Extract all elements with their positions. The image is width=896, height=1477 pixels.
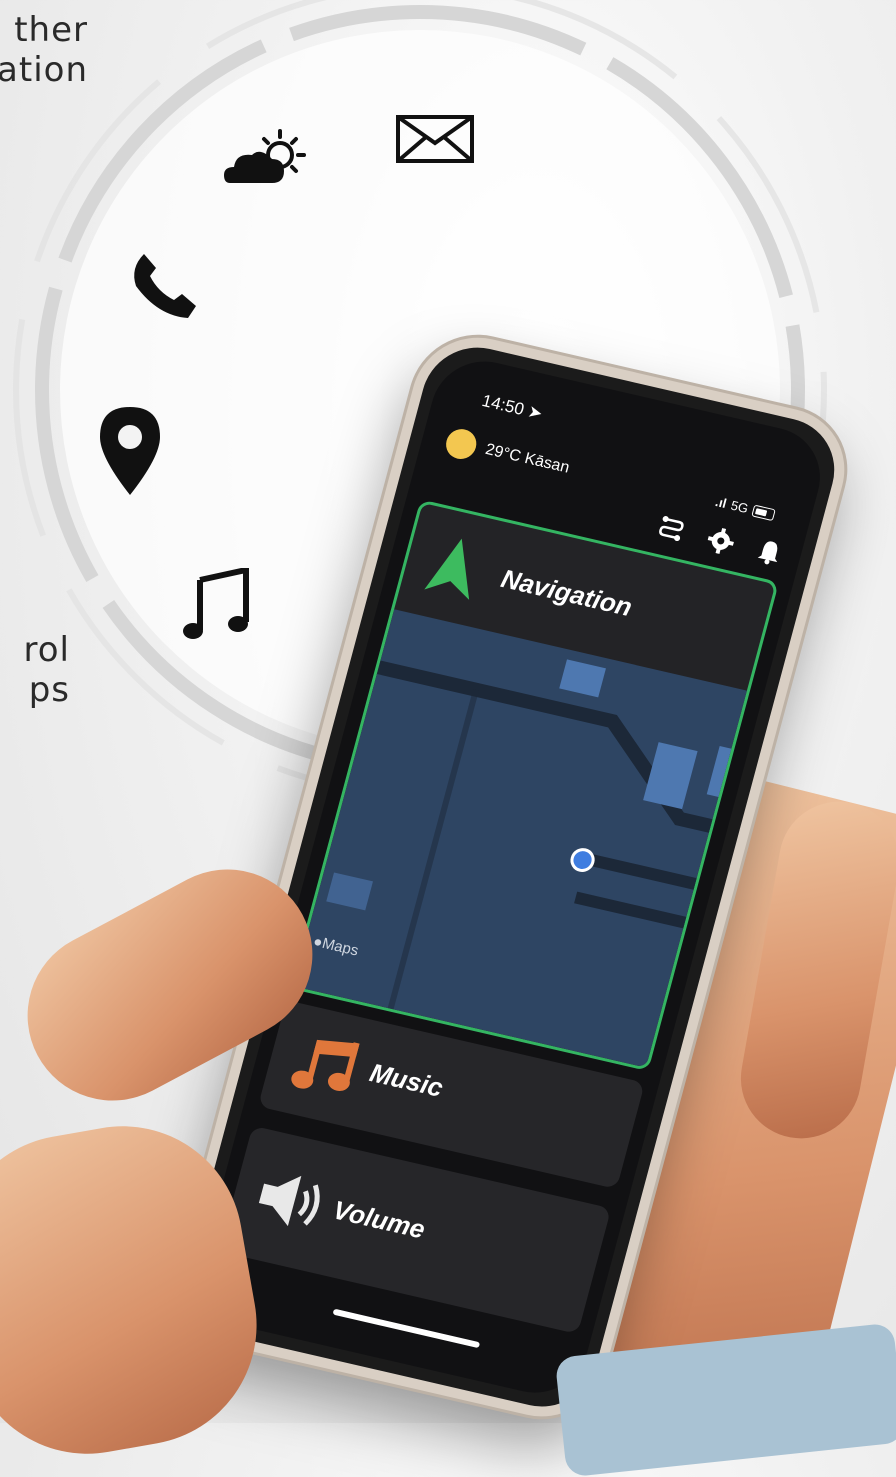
location-pin-icon xyxy=(100,407,160,495)
navigation-arrow-icon xyxy=(424,538,470,600)
battery-icon xyxy=(751,504,776,521)
time-text: 14:50 xyxy=(479,391,527,419)
bell-icon[interactable] xyxy=(755,537,783,567)
caption-line: ps xyxy=(28,670,70,710)
caption-line: rol xyxy=(23,630,70,670)
background-caption-top-visible xyxy=(0,10,12,50)
navigation-label: Navigation xyxy=(498,563,636,623)
music-label: Music xyxy=(366,1057,447,1103)
home-indicator[interactable] xyxy=(332,1308,481,1349)
caption-line: ther xyxy=(14,10,88,50)
music-note-icon xyxy=(183,568,249,639)
phone-icon xyxy=(134,254,196,318)
speaker-icon xyxy=(258,1175,320,1227)
signal-icon: .ıl xyxy=(713,494,729,511)
map-view[interactable]: ●Maps xyxy=(293,609,750,1068)
background-caption-top: ther ation xyxy=(0,10,88,90)
location-arrow-icon: ➤ xyxy=(525,401,545,424)
route-icon[interactable] xyxy=(656,514,686,545)
network-label: 5G xyxy=(729,497,751,517)
volume-label: Volume xyxy=(329,1194,429,1245)
mail-icon xyxy=(396,115,474,163)
music-icon xyxy=(291,1039,360,1091)
weather-icon xyxy=(224,129,306,183)
gear-icon[interactable] xyxy=(705,525,737,556)
weather-widget[interactable]: 29°C Kāsan xyxy=(442,426,573,483)
caption-line: ation xyxy=(0,50,88,90)
status-bar-right: .ıl 5G xyxy=(714,494,777,522)
navigation-card[interactable]: Navigation ●Maps xyxy=(289,499,780,1072)
weather-text: 29°C Kāsan xyxy=(483,440,572,477)
sun-icon xyxy=(442,426,480,462)
status-time: 14:50 ➤ xyxy=(480,391,545,424)
background-caption-bottom: rol ps xyxy=(24,630,70,710)
